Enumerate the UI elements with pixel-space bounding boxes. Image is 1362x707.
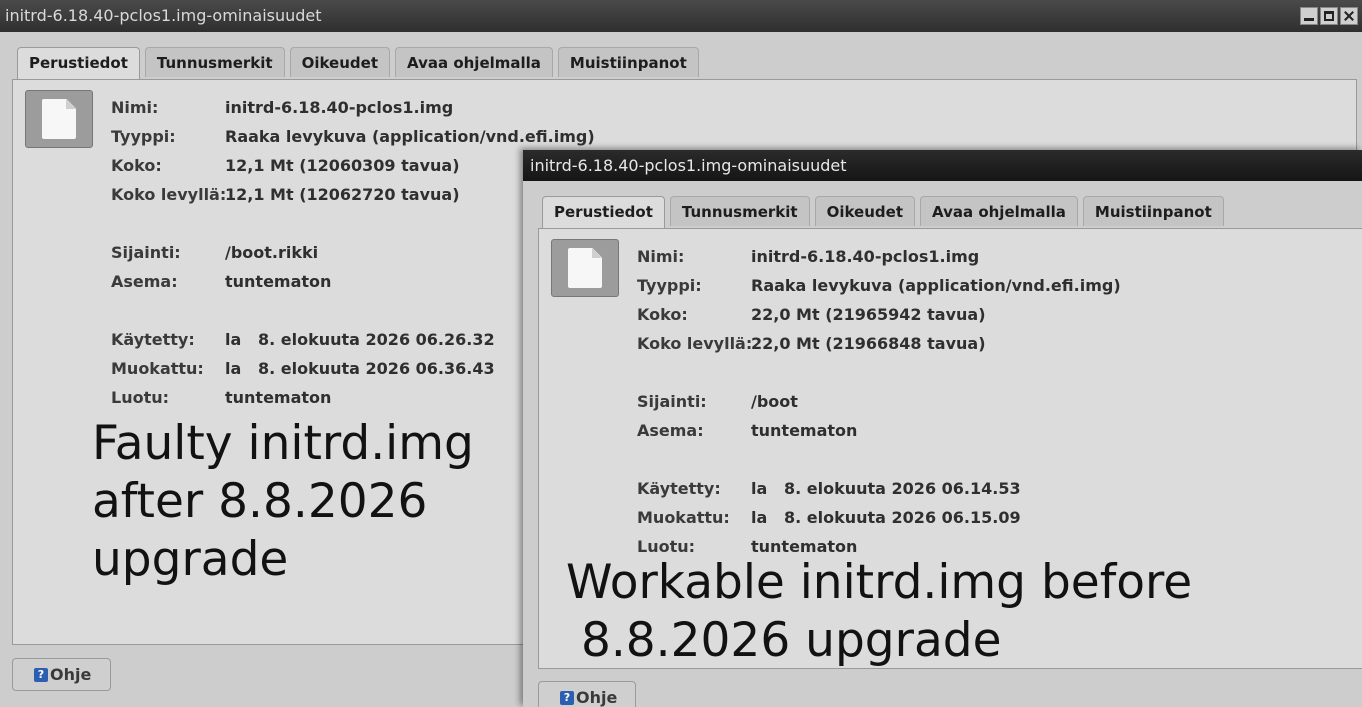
prop-value-name: initrd-6.18.40-pclos1.img	[751, 247, 980, 266]
maximize-icon[interactable]	[1320, 7, 1338, 25]
prop-value-name: initrd-6.18.40-pclos1.img	[225, 98, 454, 117]
file-icon	[551, 239, 619, 297]
prop-label-modified: Muokattu:	[111, 359, 204, 378]
prop-value-modified: la 8. elokuuta 2026 06.15.09	[751, 508, 1021, 527]
window-titlebar[interactable]: initrd-6.18.40-pclos1.img-ominaisuudet	[0, 0, 1362, 32]
prop-label-location: Sijainti:	[637, 392, 707, 411]
prop-value-size: 12,1 Mt (12060309 tavua)	[225, 156, 460, 175]
help-button-label: Ohje	[50, 665, 92, 684]
prop-label-accessed: Käytetty:	[111, 330, 195, 349]
prop-value-size: 22,0 Mt (21965942 tavua)	[751, 305, 986, 324]
help-button[interactable]: ? Ohje	[538, 681, 636, 707]
tab-oikeudet[interactable]: Oikeudet	[289, 47, 390, 77]
file-icon	[25, 90, 93, 148]
prop-label-location: Sijainti:	[111, 243, 181, 262]
prop-label-accessed: Käytetty:	[637, 479, 721, 498]
tab-panel: Nimi: initrd-6.18.40-pclos1.img Tyyppi: Ra…	[538, 228, 1362, 669]
help-icon: ?	[560, 691, 574, 705]
prop-value-drive: tuntematon	[225, 272, 332, 291]
prop-value-disk-size: 12,1 Mt (12062720 tavua)	[225, 185, 460, 204]
prop-value-created: tuntematon	[225, 388, 332, 407]
prop-value-type: Raaka levykuva (application/vnd.efi.img)	[751, 276, 1121, 295]
tab-tunnusmerkit[interactable]: Tunnusmerkit	[144, 47, 285, 77]
prop-label-size: Koko:	[111, 156, 162, 175]
properties-window-workable: initrd-6.18.40-pclos1.img-ominaisuudet P…	[523, 150, 1362, 707]
help-icon: ?	[34, 668, 48, 682]
tab-tunnusmerkit[interactable]: Tunnusmerkit	[669, 196, 810, 226]
window-title: initrd-6.18.40-pclos1.img-ominaisuudet	[530, 156, 847, 175]
tab-bar: Perustiedot Tunnusmerkit Oikeudet Avaa o…	[542, 196, 1224, 229]
minimize-icon[interactable]	[1300, 7, 1318, 25]
tab-muistiinpanot[interactable]: Muistiinpanot	[557, 47, 699, 77]
tab-avaa-ohjelmalla[interactable]: Avaa ohjelmalla	[395, 47, 553, 77]
annotation-text: Workable initrd.img before 8.8.2026 upgr…	[566, 555, 1193, 668]
help-button-label: Ohje	[576, 688, 618, 707]
prop-label-created: Luotu:	[111, 388, 170, 407]
tab-muistiinpanot[interactable]: Muistiinpanot	[1082, 196, 1224, 226]
window-title: initrd-6.18.40-pclos1.img-ominaisuudet	[5, 6, 322, 25]
tab-bar: Perustiedot Tunnusmerkit Oikeudet Avaa o…	[17, 47, 699, 80]
help-button[interactable]: ? Ohje	[12, 658, 111, 691]
prop-value-type: Raaka levykuva (application/vnd.efi.img)	[225, 127, 595, 146]
prop-value-disk-size: 22,0 Mt (21966848 tavua)	[751, 334, 986, 353]
prop-label-drive: Asema:	[111, 272, 178, 291]
close-icon[interactable]	[1340, 7, 1358, 25]
prop-label-disk-size: Koko levyllä:	[111, 185, 227, 204]
tab-avaa-ohjelmalla[interactable]: Avaa ohjelmalla	[920, 196, 1078, 226]
prop-label-type: Tyyppi:	[111, 127, 176, 146]
prop-label-modified: Muokattu:	[637, 508, 730, 527]
tab-perustiedot[interactable]: Perustiedot	[542, 196, 665, 229]
prop-label-name: Nimi:	[111, 98, 159, 117]
prop-value-location: /boot	[751, 392, 798, 411]
prop-label-name: Nimi:	[637, 247, 685, 266]
prop-label-disk-size: Koko levyllä:	[637, 334, 753, 353]
tab-perustiedot[interactable]: Perustiedot	[17, 47, 140, 80]
prop-value-drive: tuntematon	[751, 421, 858, 440]
prop-value-location: /boot.rikki	[225, 243, 319, 262]
prop-label-type: Tyyppi:	[637, 276, 702, 295]
window-titlebar[interactable]: initrd-6.18.40-pclos1.img-ominaisuudet	[523, 150, 1362, 181]
prop-label-size: Koko:	[637, 305, 688, 324]
tab-oikeudet[interactable]: Oikeudet	[814, 196, 915, 226]
prop-label-drive: Asema:	[637, 421, 704, 440]
annotation-text: Faulty initrd.img after 8.8.2026 upgrade	[92, 416, 474, 587]
prop-value-accessed: la 8. elokuuta 2026 06.26.32	[225, 330, 495, 349]
prop-value-modified: la 8. elokuuta 2026 06.36.43	[225, 359, 495, 378]
window-controls	[1300, 7, 1358, 25]
prop-value-accessed: la 8. elokuuta 2026 06.14.53	[751, 479, 1021, 498]
